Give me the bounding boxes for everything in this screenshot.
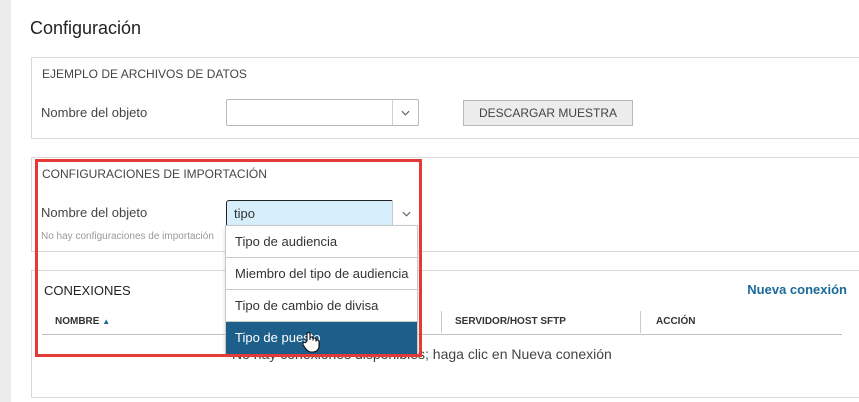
import-config-panel: CONFIGURACIONES DE IMPORTACIÓN Nombre de…	[31, 157, 859, 252]
new-connection-link[interactable]: Nueva conexión	[747, 282, 847, 297]
left-sidebar-strip	[0, 0, 11, 402]
object-type-dropdown[interactable]: Tipo de audiencia Miembro del tipo de au…	[225, 225, 418, 355]
connections-panel: CONEXIONES Nueva conexión NOMBRE ▲ SERVI…	[31, 270, 859, 398]
hand-cursor-icon	[302, 331, 320, 358]
dropdown-option[interactable]: Miembro del tipo de audiencia	[226, 258, 417, 290]
sample-object-select[interactable]	[226, 99, 419, 126]
sort-ascending-icon: ▲	[102, 317, 111, 326]
dropdown-option-selected[interactable]: Tipo de puesto	[226, 322, 417, 354]
import-object-input[interactable]: tipo	[226, 200, 419, 227]
dropdown-option[interactable]: Tipo de audiencia	[226, 226, 417, 258]
column-divider	[441, 311, 442, 333]
column-header-action[interactable]: ACCIÓN	[656, 316, 695, 327]
page-title: Configuración	[30, 18, 142, 38]
column-header-name[interactable]: NOMBRE ▲	[55, 316, 110, 327]
import-object-input-value: tipo	[234, 206, 255, 221]
chevron-down-icon[interactable]	[392, 200, 419, 227]
download-sample-button[interactable]: DESCARGAR MUESTRA	[463, 100, 633, 126]
configuration-page: Configuración EJEMPLO DE ARCHIVOS DE DAT…	[11, 0, 859, 402]
connections-table-header: NOMBRE ▲ SERVIDOR/HOST SFTP ACCIÓN	[42, 309, 842, 335]
sample-object-label: Nombre del objeto	[41, 105, 148, 120]
no-import-configs-hint: No hay configuraciones de importación	[41, 231, 214, 242]
connections-title: CONEXIONES	[44, 283, 131, 298]
sample-files-heading: EJEMPLO DE ARCHIVOS DE DATOS	[42, 67, 247, 81]
import-object-label: Nombre del objeto	[41, 205, 148, 220]
column-header-sftp-host[interactable]: SERVIDOR/HOST SFTP	[455, 316, 566, 327]
import-config-heading: CONFIGURACIONES DE IMPORTACIÓN	[42, 167, 267, 181]
sample-files-panel: EJEMPLO DE ARCHIVOS DE DATOS Nombre del …	[31, 57, 859, 139]
dropdown-option[interactable]: Tipo de cambio de divisa	[226, 290, 417, 322]
column-divider	[640, 311, 641, 333]
chevron-down-icon[interactable]	[392, 100, 418, 125]
